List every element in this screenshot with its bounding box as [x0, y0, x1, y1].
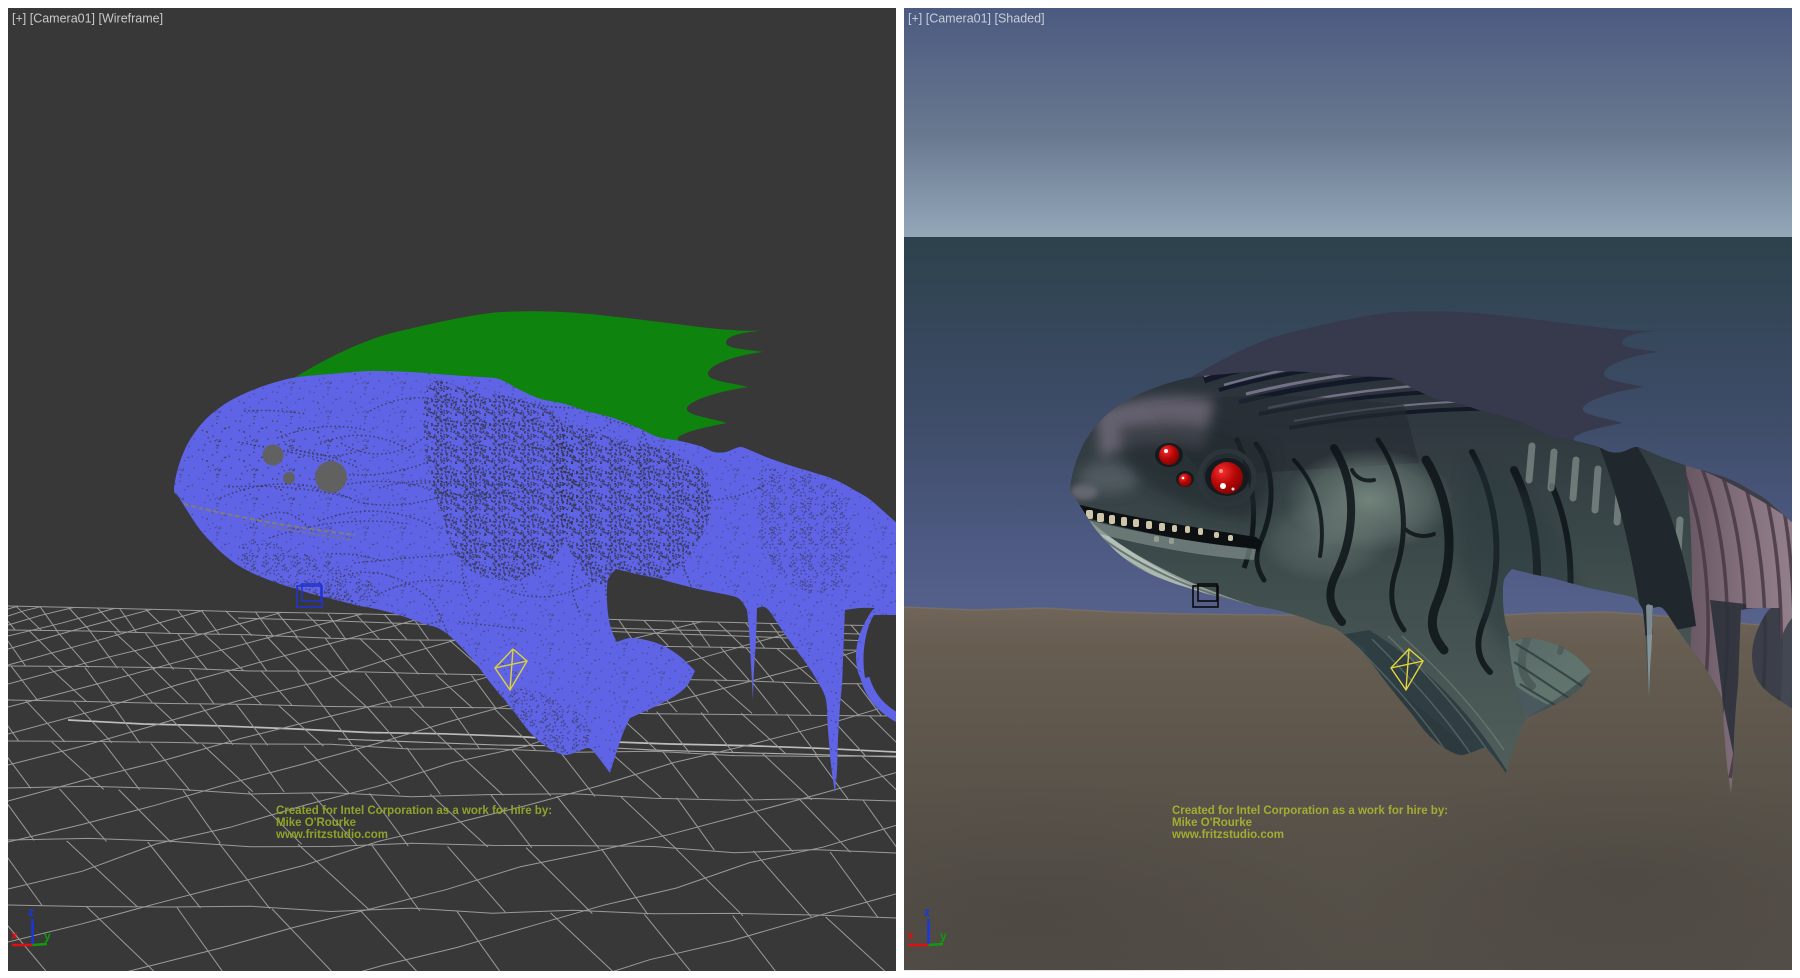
- svg-text:z: z: [28, 905, 34, 919]
- svg-text:www.fritzstudio.com: www.fritzstudio.com: [275, 829, 388, 841]
- svg-text:[+] [Camera01] [Wireframe]: [+] [Camera01] [Wireframe]: [12, 12, 163, 26]
- svg-text:Created for Intel Corporation: Created for Intel Corporation as a work …: [1172, 805, 1448, 817]
- svg-text:z: z: [924, 905, 930, 919]
- svg-text:Created for Intel Corporation: Created for Intel Corporation as a work …: [276, 805, 552, 817]
- svg-text:Mike O'Rourke: Mike O'Rourke: [1172, 817, 1252, 829]
- svg-text:x: x: [907, 928, 914, 942]
- svg-text:y: y: [44, 929, 51, 943]
- svg-text:y: y: [940, 929, 947, 943]
- svg-text:www.fritzstudio.com: www.fritzstudio.com: [1171, 829, 1284, 841]
- svg-text:x: x: [11, 928, 18, 942]
- svg-text:Mike O'Rourke: Mike O'Rourke: [276, 817, 356, 829]
- svg-text:[+] [Camera01] [Shaded]: [+] [Camera01] [Shaded]: [908, 12, 1045, 26]
